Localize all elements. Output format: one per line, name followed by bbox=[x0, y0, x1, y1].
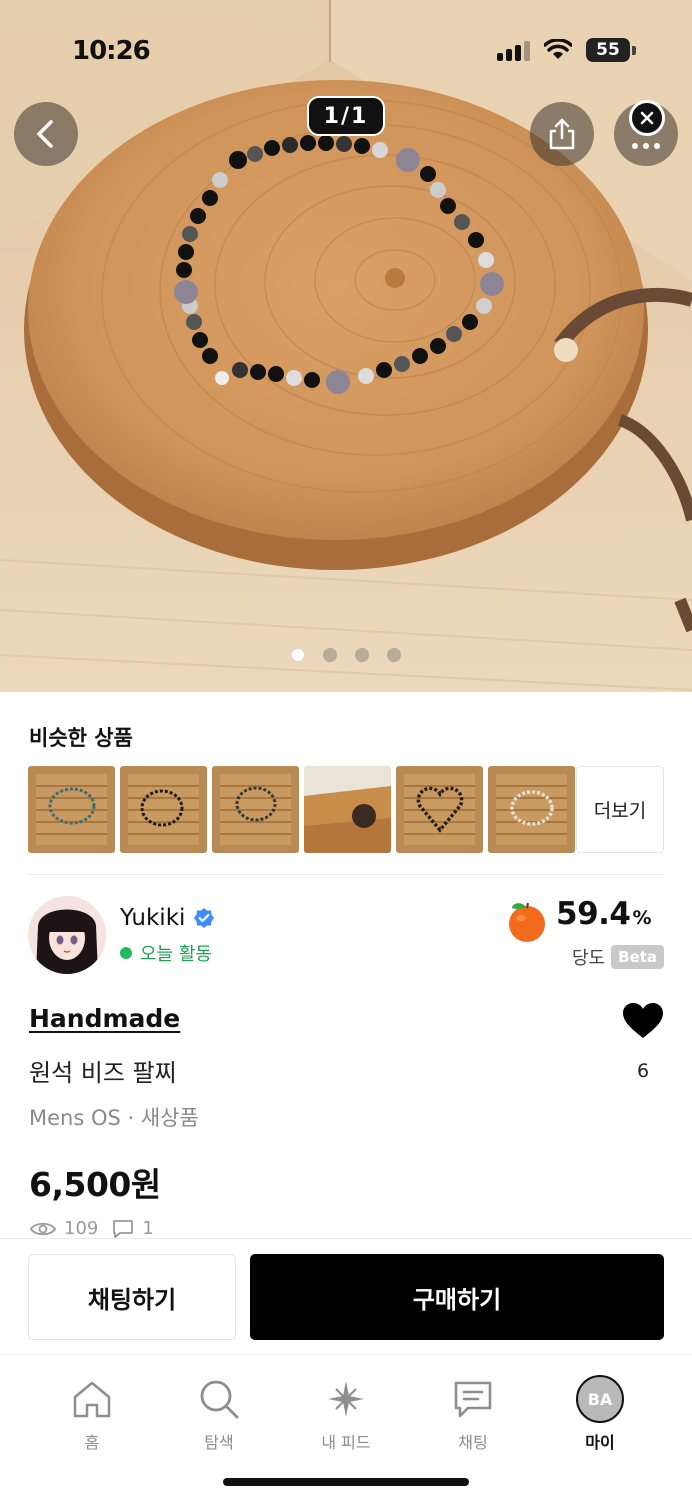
chevron-left-icon bbox=[37, 120, 53, 148]
home-indicator bbox=[223, 1478, 469, 1486]
my-avatar-icon: BA bbox=[576, 1375, 624, 1423]
carousel-indicator bbox=[0, 648, 692, 662]
heart-icon bbox=[623, 1003, 663, 1038]
close-icon bbox=[640, 111, 654, 125]
tab-my-label: 마이 bbox=[585, 1433, 615, 1452]
similar-product-thumb[interactable] bbox=[120, 766, 207, 853]
image-page-counter: 1/1 bbox=[307, 96, 385, 136]
sparkle-icon bbox=[328, 1381, 364, 1417]
search-icon bbox=[200, 1380, 239, 1419]
like-count: 6 bbox=[636, 1060, 650, 1082]
divider bbox=[28, 874, 664, 875]
view-count: 109 bbox=[64, 1218, 99, 1239]
beta-badge: Beta bbox=[611, 945, 664, 969]
see-more-similar-button[interactable]: 더보기 bbox=[576, 766, 664, 853]
chat-icon bbox=[454, 1381, 492, 1418]
carousel-dot[interactable] bbox=[355, 648, 369, 662]
comment-icon bbox=[113, 1219, 134, 1238]
sweetness-label: 당도 bbox=[571, 948, 606, 969]
close-button[interactable] bbox=[629, 100, 665, 136]
product-price: 6,500원 bbox=[29, 1165, 161, 1204]
tab-chat-label: 채팅 bbox=[458, 1433, 488, 1452]
seller-activity-status: 오늘 활동 bbox=[120, 940, 212, 966]
buy-button[interactable]: 구매하기 bbox=[250, 1254, 664, 1340]
tab-home[interactable]: 홈 bbox=[37, 1375, 147, 1453]
tab-search[interactable]: 탐색 bbox=[164, 1375, 274, 1453]
seller-avatar[interactable] bbox=[28, 896, 106, 974]
similar-product-thumb[interactable] bbox=[212, 766, 299, 853]
cellular-signal-icon bbox=[497, 39, 530, 61]
sweetness-unit: % bbox=[632, 907, 652, 929]
tab-chat[interactable]: 채팅 bbox=[418, 1375, 528, 1453]
wifi-icon bbox=[544, 39, 572, 59]
verified-badge-icon bbox=[194, 908, 215, 928]
more-dots-icon bbox=[632, 143, 660, 149]
product-stats: 109 1 bbox=[30, 1218, 154, 1239]
share-icon bbox=[549, 118, 575, 150]
chat-button[interactable]: 채팅하기 bbox=[28, 1254, 236, 1340]
carousel-dot[interactable] bbox=[291, 648, 305, 662]
seller-name: Yukiki bbox=[120, 905, 186, 931]
carousel-dot[interactable] bbox=[387, 648, 401, 662]
orange-fruit-icon bbox=[509, 902, 545, 942]
battery-indicator: 55 bbox=[586, 38, 636, 62]
similar-product-thumb[interactable] bbox=[488, 766, 575, 853]
similar-product-thumb[interactable] bbox=[304, 766, 391, 853]
like-button[interactable] bbox=[620, 1002, 666, 1044]
share-button[interactable] bbox=[530, 102, 594, 166]
status-bar: 10:26 55 bbox=[0, 0, 692, 100]
sweetness-value: 59.4 bbox=[556, 896, 631, 932]
similar-products-title: 비슷한 상품 bbox=[29, 726, 133, 750]
tab-my-feed[interactable]: 내 피드 bbox=[291, 1375, 401, 1453]
sweetness-value-row: 59.4% bbox=[556, 896, 652, 932]
online-dot-icon bbox=[120, 947, 132, 959]
sweetness-label-row: 당도 Beta bbox=[572, 944, 664, 970]
similar-product-thumb[interactable] bbox=[28, 766, 115, 853]
battery-level: 55 bbox=[586, 38, 630, 62]
status-indicators: 55 bbox=[497, 38, 636, 62]
tab-home-label: 홈 bbox=[84, 1433, 100, 1452]
carousel-dot[interactable] bbox=[323, 648, 337, 662]
eye-icon bbox=[30, 1222, 56, 1235]
product-title: 원석 비즈 팔찌 bbox=[29, 1059, 177, 1087]
back-button[interactable] bbox=[14, 102, 78, 166]
status-time: 10:26 bbox=[72, 36, 151, 66]
comment-count: 1 bbox=[142, 1218, 154, 1239]
product-meta: Mens OS · 새상품 bbox=[29, 1106, 199, 1130]
similar-product-thumb[interactable] bbox=[396, 766, 483, 853]
seller-name-row[interactable]: Yukiki bbox=[120, 905, 215, 931]
tab-search-label: 탐색 bbox=[204, 1433, 234, 1452]
product-brand-link[interactable]: Handmade bbox=[29, 1004, 180, 1033]
product-image-carousel[interactable]: 10:26 55 1/1 bbox=[0, 0, 692, 692]
tab-my[interactable]: BA 마이 bbox=[545, 1375, 655, 1453]
seller-status-label: 오늘 활동 bbox=[140, 944, 212, 965]
similar-products-list bbox=[28, 766, 575, 853]
tab-my-feed-label: 내 피드 bbox=[321, 1433, 371, 1452]
purchase-action-bar: 채팅하기 구매하기 bbox=[0, 1238, 692, 1354]
home-icon bbox=[73, 1381, 111, 1418]
